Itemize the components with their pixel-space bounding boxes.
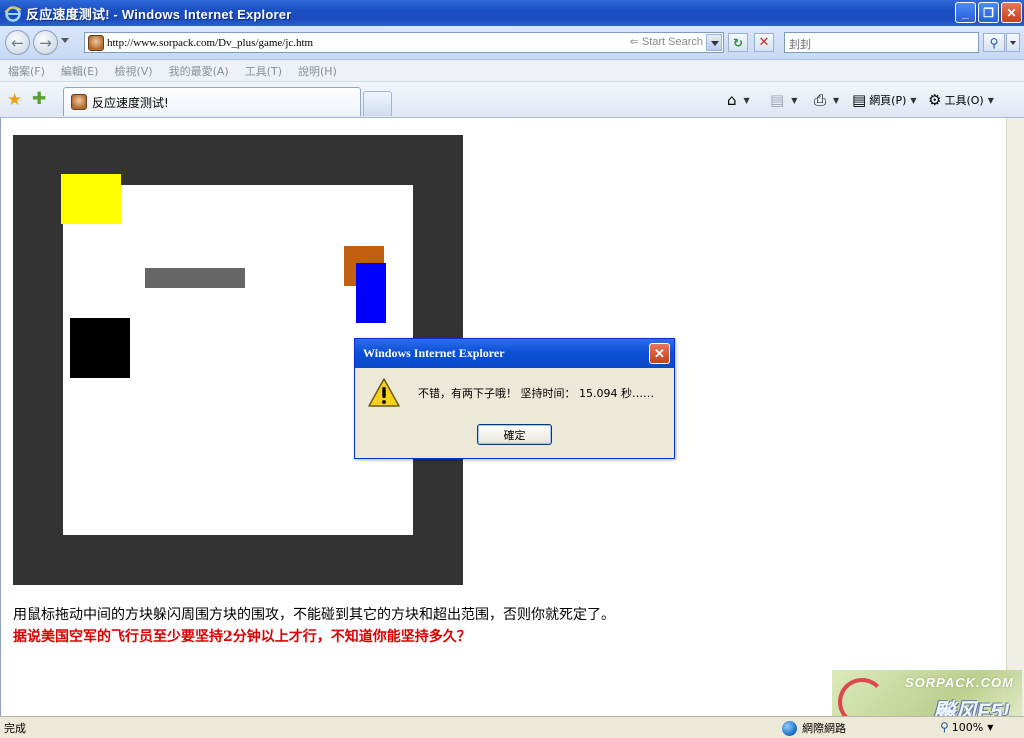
search-button[interactable]: ⚲ [983, 33, 1005, 52]
tools-menu-button[interactable]: ⚙ 工具(O) ▼ [928, 91, 994, 109]
globe-icon [782, 720, 797, 736]
feeds-button[interactable]: ▤ ▼ [770, 91, 797, 109]
zoom-level: 100% [951, 720, 984, 734]
page-dropdown-icon: ▼ [910, 95, 917, 105]
refresh-icon: ↻ [732, 35, 744, 50]
history-dropdown[interactable] [61, 38, 69, 43]
tab-command-bar: ★ ✚ 反应速度测试! ⌂ ▼ ▤ ▼ ⎙ ▼ ▤ 網頁(P) ▼ ⚙ 工具(O) ▼ [0, 82, 1024, 118]
search-input[interactable]: 刲刲 [784, 32, 979, 53]
status-text: 完成 [4, 721, 26, 735]
page-menu-button[interactable]: ▤ 網頁(P) ▼ [852, 91, 917, 109]
menu-tools[interactable]: 工具(T) [245, 63, 282, 79]
new-tab-button[interactable] [363, 91, 392, 116]
menu-file[interactable]: 檔案(F) [8, 63, 45, 79]
dialog-ok-button[interactable]: 確定 [477, 424, 552, 445]
enemy-block-blue [356, 263, 386, 323]
forward-button[interactable]: → [33, 30, 58, 55]
alert-dialog: Windows Internet Explorer ✕ 不错，有两下子哦！ 坚持… [354, 338, 675, 459]
menu-view[interactable]: 檢視(V) [114, 63, 152, 79]
home-dropdown-icon: ▼ [743, 95, 750, 105]
add-favorite-icon[interactable]: ✚ [32, 89, 46, 109]
forward-arrow-icon: → [39, 33, 52, 52]
back-arrow-icon: ← [11, 33, 24, 52]
refresh-button[interactable]: ↻ [728, 33, 748, 52]
enemy-block-yellow [61, 174, 121, 224]
start-search-hint: ⇐ Start Search [629, 36, 703, 48]
address-dropdown[interactable] [706, 34, 722, 51]
dialog-title: Windows Internet Explorer [363, 346, 505, 360]
gear-icon: ⚙ [928, 91, 942, 109]
enemy-block-gray [145, 268, 245, 288]
tab-active[interactable]: 反应速度测试! [63, 87, 361, 116]
back-button[interactable]: ← [5, 30, 30, 55]
printer-icon: ⎙ [814, 91, 827, 109]
home-button[interactable]: ⌂ ▼ [727, 91, 750, 109]
home-icon: ⌂ [727, 91, 737, 109]
print-dropdown-icon: ▼ [833, 95, 840, 105]
title-bar: 反应速度测试! - Windows Internet Explorer _ ❐ … [0, 0, 1024, 26]
stop-button[interactable]: ✕ [754, 33, 774, 52]
site-favicon-icon [88, 34, 104, 51]
print-button[interactable]: ⎙ ▼ [814, 91, 839, 109]
dialog-message: 不错，有两下子哦！ 坚持时间： 15.094 秒…… [418, 387, 654, 400]
zoom-control[interactable]: ⚲ 100% ▼ [940, 720, 993, 734]
tab-label: 反应速度测试! [92, 95, 169, 110]
ie-logo-icon [4, 6, 22, 22]
minimize-button[interactable]: _ [955, 2, 976, 23]
close-button[interactable]: ✕ [1001, 2, 1022, 23]
stop-icon: ✕ [758, 35, 770, 50]
address-input[interactable]: http://www.sorpack.com/Dv_plus/game/jc.h… [84, 32, 724, 53]
vertical-scrollbar[interactable] [1006, 118, 1024, 716]
page-menu-label: 網頁(P) [869, 94, 907, 107]
window-title: 反应速度测试! - Windows Internet Explorer [26, 6, 292, 22]
search-icon: ⚲ [989, 35, 999, 50]
feeds-dropdown-icon: ▼ [791, 95, 798, 105]
menu-edit[interactable]: 編輯(E) [61, 63, 99, 79]
game-instructions: 用鼠标拖动中间的方块躲闪周围方块的围攻，不能碰到其它的方块和超出范围，否则你就死… [13, 607, 615, 623]
game-challenge-text: 据说美国空军的飞行员至少要坚持2分钟以上才行，不知道你能坚持多久？ [13, 629, 471, 645]
feed-icon: ▤ [770, 91, 785, 109]
favorites-star-icon[interactable]: ★ [7, 90, 22, 110]
warning-icon [368, 378, 400, 407]
dialog-title-bar: Windows Internet Explorer [355, 339, 674, 368]
zoom-dropdown-icon: ▼ [987, 722, 994, 732]
address-row: ← → http://www.sorpack.com/Dv_plus/game/… [0, 26, 1024, 60]
menu-favorites[interactable]: 我的最愛(A) [169, 63, 229, 79]
menu-bar: 檔案(F) 編輯(E) 檢視(V) 我的最愛(A) 工具(T) 說明(H) [0, 60, 1024, 82]
page-icon: ▤ [852, 91, 867, 109]
tab-favicon-icon [71, 94, 87, 110]
menu-help[interactable]: 說明(H) [298, 63, 337, 79]
zoom-icon: ⚲ [940, 720, 949, 734]
security-zone[interactable]: 網際網路 [782, 720, 846, 736]
watermark-domain: SORPACK.COM [905, 675, 1014, 690]
status-bar: 完成 網際網路 ⚲ 100% ▼ [0, 716, 1024, 738]
dialog-close-button[interactable]: ✕ [649, 343, 670, 364]
address-url: http://www.sorpack.com/Dv_plus/game/jc.h… [107, 36, 314, 49]
tools-dropdown-icon: ▼ [987, 95, 994, 105]
maximize-button[interactable]: ❐ [978, 2, 999, 23]
zone-label: 網際網路 [802, 722, 846, 735]
search-options-dropdown[interactable] [1006, 33, 1020, 52]
player-block[interactable] [70, 318, 130, 378]
tools-menu-label: 工具(O) [944, 94, 984, 107]
